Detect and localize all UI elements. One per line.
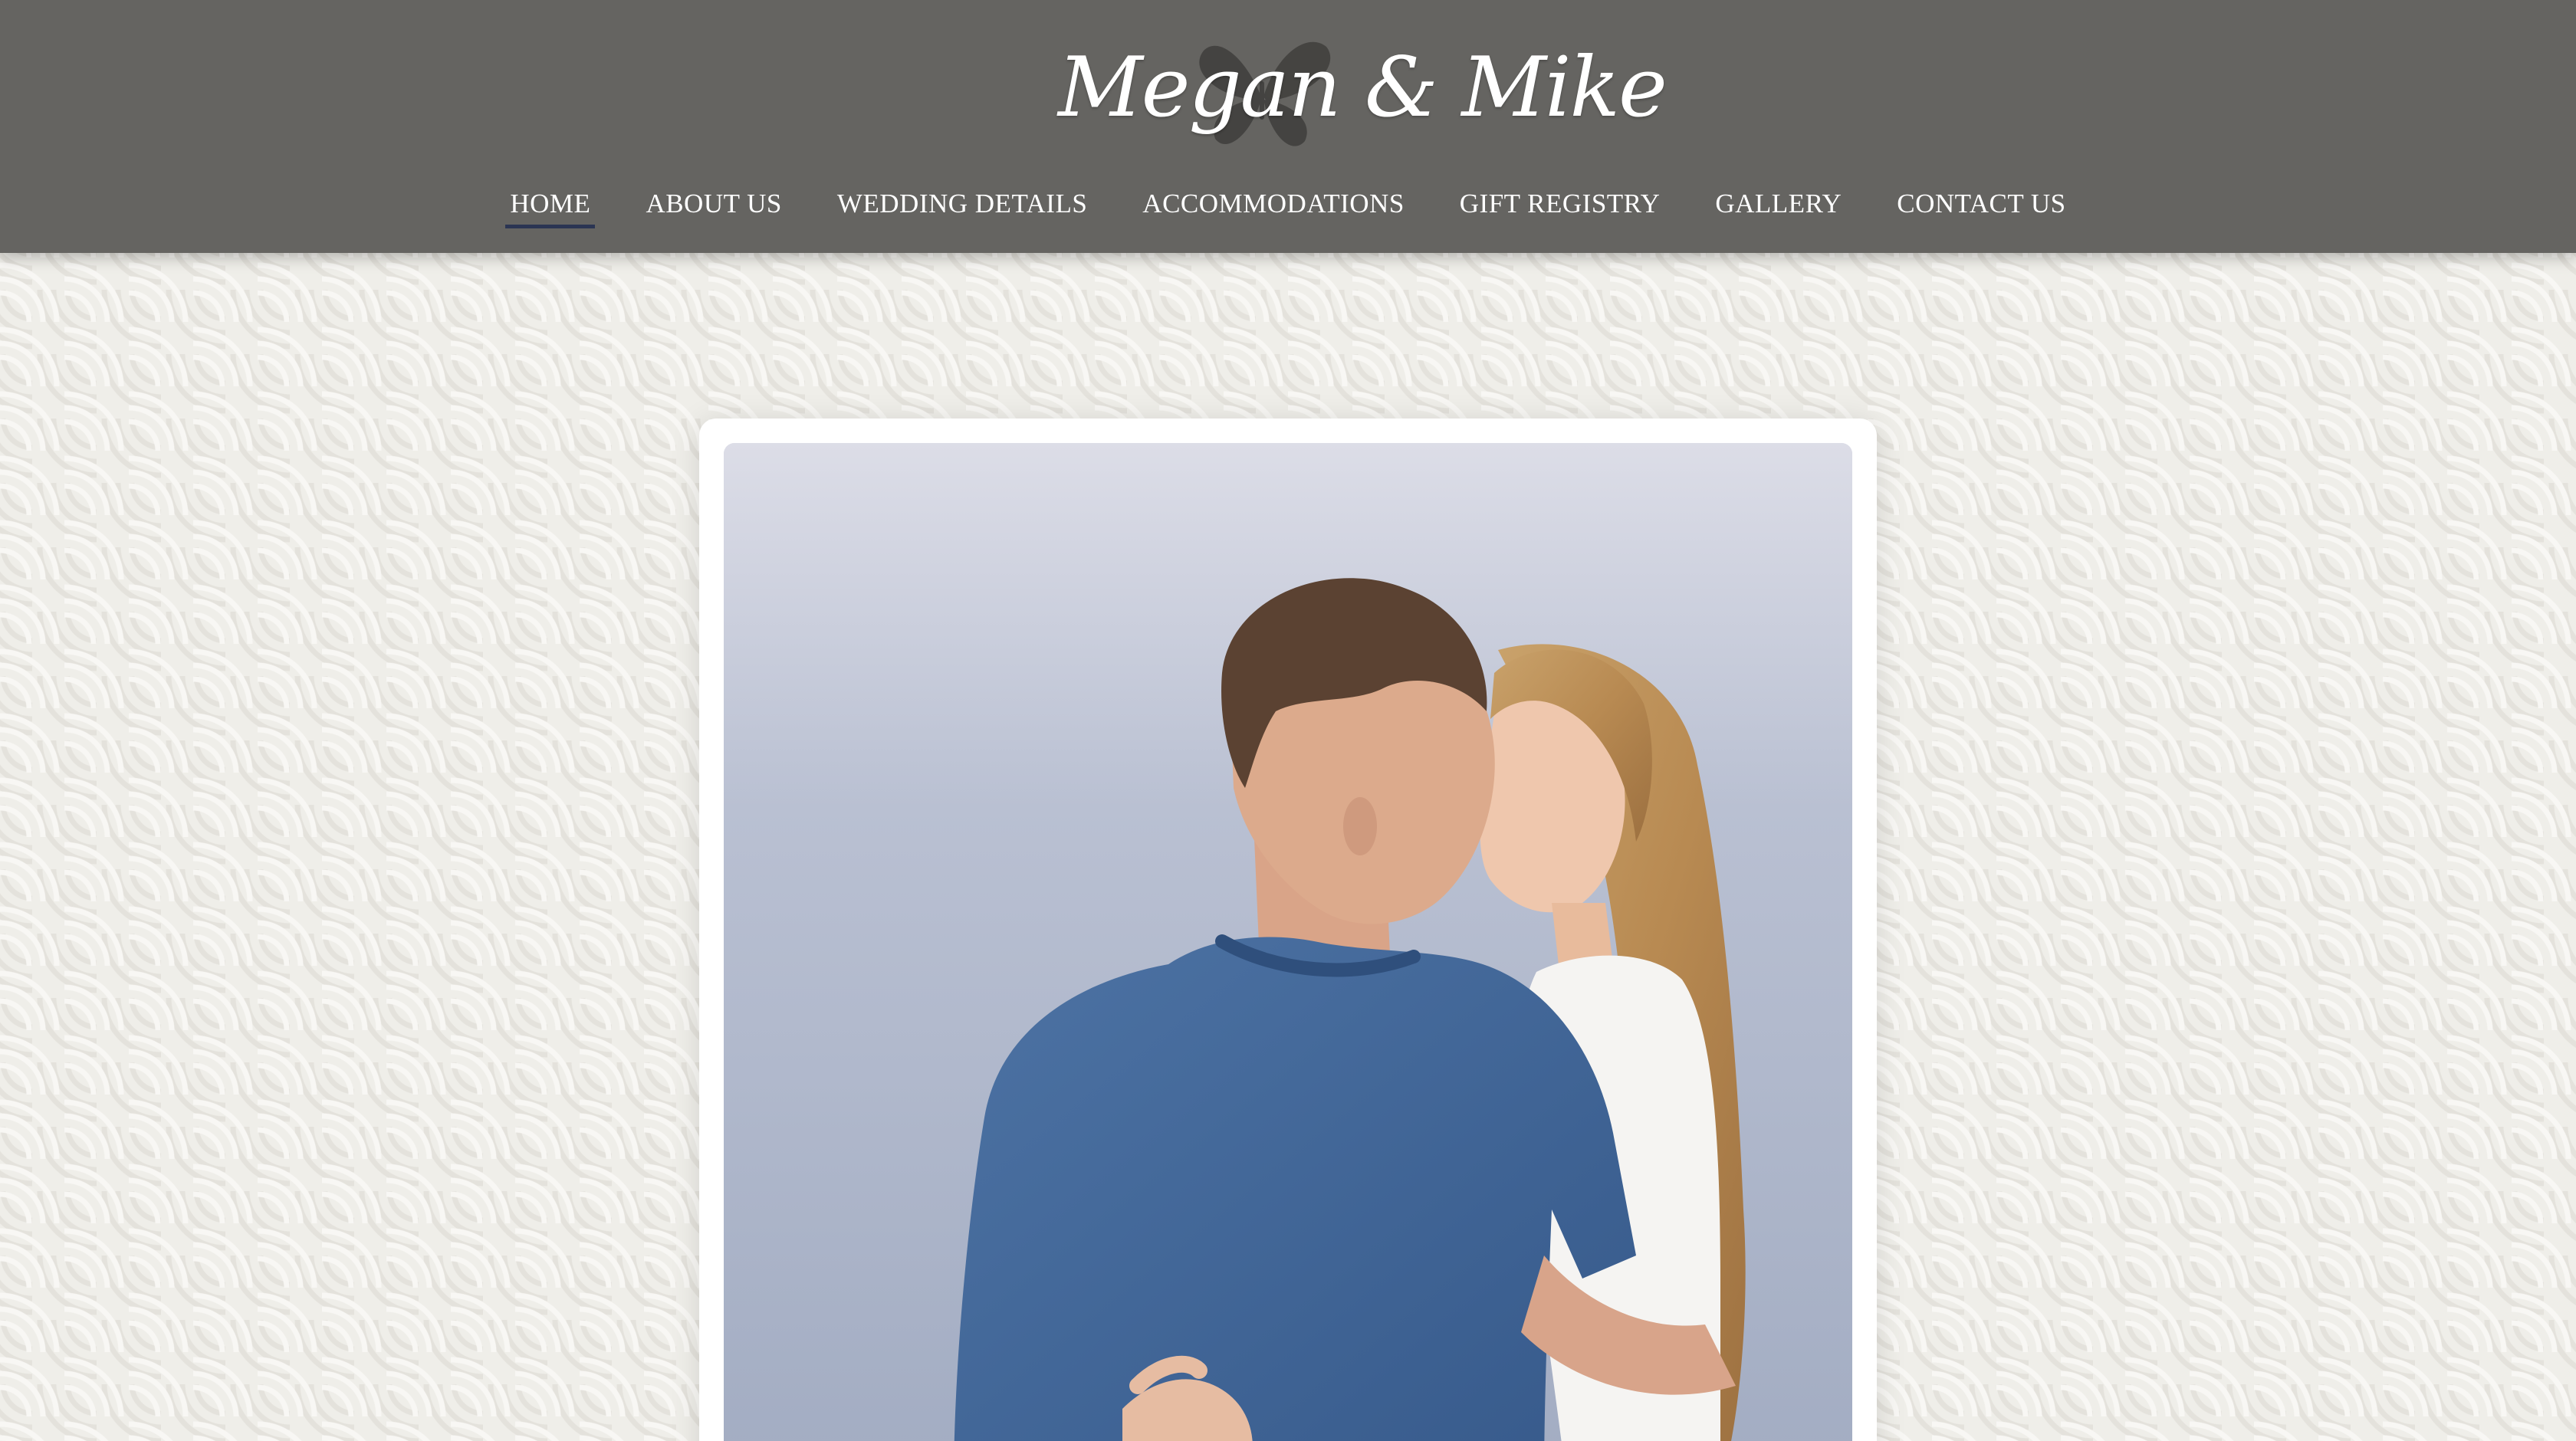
nav-item-home[interactable]: HOME xyxy=(505,181,596,228)
couple-photo xyxy=(724,443,1852,1441)
nav-item-gift-registry[interactable]: GIFT REGISTRY xyxy=(1455,181,1665,228)
site-logo[interactable]: Megan & Mike xyxy=(1058,23,1668,153)
site-header: Megan & Mike HOME ABOUT US WEDDING DETAILS… xyxy=(0,0,2576,253)
nav-item-about-us[interactable]: ABOUT US xyxy=(641,181,786,228)
nav-item-contact-us[interactable]: CONTACT US xyxy=(1892,181,2070,228)
hero-photo-card xyxy=(699,419,1877,1441)
main-navigation: HOME ABOUT US WEDDING DETAILS ACCOMMODATION… xyxy=(0,181,2576,242)
couple-illustration xyxy=(724,443,1852,1441)
logo-text: Megan & Mike xyxy=(1058,40,1668,136)
nav-item-wedding-details[interactable]: WEDDING DETAILS xyxy=(833,181,1092,228)
nav-item-accommodations[interactable]: ACCOMMODATIONS xyxy=(1138,181,1408,228)
nav-item-gallery[interactable]: GALLERY xyxy=(1710,181,1846,228)
